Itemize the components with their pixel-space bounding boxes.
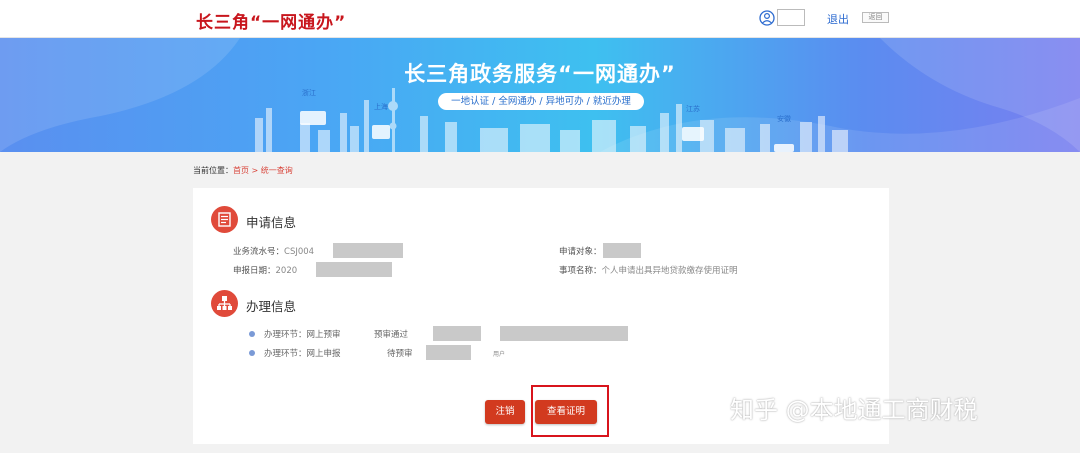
redacted-date	[316, 262, 392, 277]
apply-date-label: 申报日期：	[233, 266, 276, 276]
applicant-field: 申请对象：	[559, 245, 602, 257]
redacted-comment-1	[500, 326, 628, 341]
watermark-text: 知乎 @本地通工商财税	[730, 396, 978, 424]
process-info-title: 办理信息	[246, 299, 297, 314]
org-chart-icon	[211, 290, 238, 317]
redacted-time-1	[433, 326, 481, 341]
banner-tag-zhejiang: 浙江	[302, 89, 316, 97]
item-name-label: 事项名称：	[559, 266, 602, 276]
banner-tag-shanghai: 上海	[374, 103, 388, 111]
banner-tag-jiangsu: 江苏	[686, 105, 700, 113]
item-name-value: 个人申请出具异地贷款缴存使用证明	[601, 266, 738, 276]
banner-title: 长三角政务服务“一网通办”	[404, 62, 676, 86]
apply-info-title: 申请信息	[246, 215, 297, 230]
back-button[interactable]: 返回	[862, 12, 889, 23]
process-note-2: 用户	[493, 351, 506, 358]
process-status-2: 待预审	[387, 349, 413, 359]
document-icon	[211, 206, 238, 233]
serial-number-field: 业务流水号：CSJ004	[233, 245, 314, 257]
timeline-dot	[249, 350, 255, 356]
redacted-applicant	[603, 243, 641, 258]
user-icon[interactable]	[759, 10, 775, 26]
process-stage-2: 办理环节：网上申报	[264, 349, 341, 359]
apply-date-field: 申报日期：2020	[233, 264, 297, 276]
timeline-dot	[249, 331, 255, 337]
banner-tag-anhui: 安徽	[777, 115, 791, 123]
apply-date-value: 2020	[275, 266, 298, 276]
breadcrumb: 当前位置：首页 > 统一查询	[193, 165, 293, 176]
site-logo[interactable]: 长三角“一网通办”	[196, 8, 346, 33]
top-bar: 长三角“一网通办” 退出 返回	[0, 0, 1080, 38]
cancel-button[interactable]: 注销	[485, 400, 525, 424]
breadcrumb-separator: >	[249, 166, 261, 175]
applicant-label: 申请对象：	[559, 247, 602, 257]
process-status-1: 预审通过	[374, 330, 409, 340]
logout-link[interactable]: 退出	[827, 11, 849, 27]
serial-number-label: 业务流水号：	[233, 247, 285, 257]
redacted-time-2	[426, 345, 471, 360]
item-name-field: 事项名称：个人申请出具异地贷款缴存使用证明	[559, 264, 738, 276]
process-stage-1: 办理环节：网上预审	[264, 330, 341, 340]
breadcrumb-current: 统一查询	[260, 166, 293, 175]
banner-subtitle: 一地认证 / 全网通办 / 异地可办 / 就近办理	[438, 93, 644, 110]
serial-number-value: CSJ004	[284, 247, 315, 257]
highlight-box	[531, 385, 609, 437]
redacted-serial	[333, 243, 403, 258]
username-box[interactable]	[777, 9, 805, 26]
breadcrumb-prefix: 当前位置：	[193, 166, 233, 175]
hero-banner: 浙江 上海 江苏 安徽 长三角政务服务“一网通办” 一地认证 / 全网通办 / …	[0, 38, 1080, 152]
breadcrumb-home-link[interactable]: 首页	[233, 166, 249, 175]
